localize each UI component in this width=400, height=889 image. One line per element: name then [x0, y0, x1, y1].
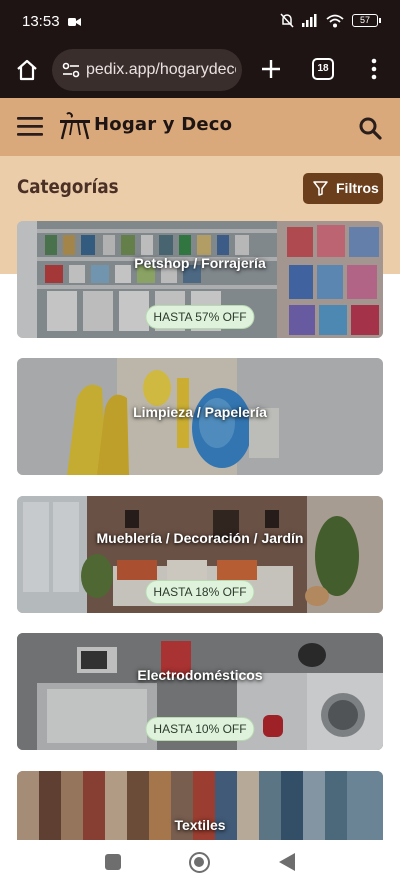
- wifi-icon: [326, 14, 344, 27]
- category-card-limpieza[interactable]: Limpieza / Papelería: [17, 358, 383, 475]
- site-settings-icon[interactable]: [62, 62, 80, 78]
- category-card-textiles[interactable]: Textiles: [17, 771, 383, 841]
- recents-icon[interactable]: [105, 854, 121, 870]
- category-title: Mueblería / Decoración / Jardín: [96, 530, 304, 546]
- category-title: Electrodomésticos: [137, 667, 263, 683]
- category-card-electrodomesticos[interactable]: Electrodomésticos HASTA 10% OFF: [17, 633, 383, 750]
- search-icon[interactable]: [357, 115, 383, 141]
- discount-badge: HASTA 10% OFF: [145, 717, 255, 741]
- url-text[interactable]: pedix.app/hogarydeco: [86, 61, 236, 79]
- home-icon[interactable]: [14, 57, 40, 83]
- logo-table-icon: [60, 112, 90, 140]
- category-title: Limpieza / Papelería: [133, 404, 267, 420]
- discount-badge: HASTA 18% OFF: [145, 580, 255, 604]
- home-circle-icon[interactable]: [189, 852, 210, 873]
- mute-bell-icon: [280, 13, 294, 28]
- discount-badge: HASTA 57% OFF: [145, 305, 255, 329]
- categories-heading: Categorías: [17, 176, 119, 198]
- category-card-petshop[interactable]: Petshop / Forrajería HASTA 57% OFF: [17, 221, 383, 338]
- funnel-icon: [313, 181, 328, 196]
- new-tab-icon[interactable]: [258, 56, 284, 82]
- menu-icon[interactable]: [17, 115, 43, 137]
- site-header: Hogar y Deco: [0, 98, 400, 156]
- video-record-icon: [68, 18, 81, 26]
- signal-icon: [302, 14, 317, 27]
- filter-button[interactable]: Filtros: [303, 173, 383, 204]
- category-card-muebleria[interactable]: Mueblería / Decoración / Jardín HASTA 18…: [17, 496, 383, 613]
- battery-icon: 57: [352, 14, 381, 27]
- status-bar: 13:53 57: [0, 0, 400, 44]
- back-icon[interactable]: [279, 853, 295, 871]
- site-logo-text[interactable]: Hogar y Deco: [94, 114, 232, 135]
- category-title: Textiles: [174, 817, 226, 833]
- status-icons: 57: [280, 13, 381, 28]
- more-vert-icon[interactable]: [364, 56, 384, 82]
- browser-toolbar: pedix.app/hogarydeco 18: [0, 44, 400, 98]
- category-title: Petshop / Forrajería: [134, 255, 266, 271]
- tabs-icon[interactable]: 18: [312, 58, 334, 80]
- status-time: 13:53: [22, 13, 60, 30]
- filter-label: Filtros: [336, 180, 379, 196]
- android-nav-bar: [0, 840, 400, 889]
- address-bar[interactable]: pedix.app/hogarydeco: [52, 49, 242, 91]
